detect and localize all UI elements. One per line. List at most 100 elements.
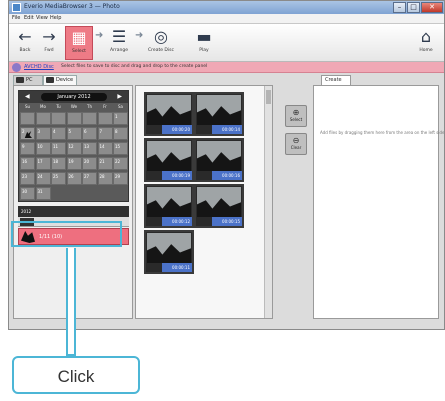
menu-view[interactable]: View (36, 15, 48, 21)
calendar-day[interactable]: 23 (20, 172, 35, 185)
callout-connector (66, 248, 76, 356)
thumbnail-image (147, 233, 191, 263)
disc-type-icon (12, 63, 21, 72)
thumbnail-duration: 00:00:15 (212, 217, 242, 226)
video-thumbnail[interactable]: 00:00:16 (194, 138, 244, 182)
minimize-button[interactable]: – (393, 2, 406, 13)
create-disc-tool-button[interactable]: ◎ Create Disc (143, 26, 179, 60)
disc-type-link[interactable]: AVCHD Disc (24, 64, 54, 70)
select-all-label: Select (289, 117, 303, 122)
thumbnail-image (147, 95, 191, 125)
next-month-button[interactable]: ▶ (117, 93, 122, 100)
calendar-day[interactable]: 29 (113, 172, 128, 185)
previous-month-button[interactable]: ◀ (25, 93, 30, 100)
thumbnail-scrollbar[interactable] (264, 86, 272, 318)
video-thumbnail[interactable]: 00:00:12 (144, 184, 194, 228)
calendar-day[interactable]: 4 (51, 127, 66, 140)
menu-edit[interactable]: Edit (24, 15, 34, 21)
tab-device[interactable]: Device (43, 75, 77, 85)
play-tool-button[interactable]: ▬ Play (189, 26, 219, 60)
instruction-banner: AVCHD Disc Select files to save to disc … (9, 62, 444, 73)
calendar-day[interactable]: 17 (35, 157, 51, 170)
calendar-day[interactable]: 21 (97, 157, 113, 170)
title-bar: Everio MediaBrowser 3 — Photo – □ ✕ (9, 1, 444, 14)
calendar-day[interactable]: 14 (97, 142, 113, 155)
thumbnail-duration: 00:00:14 (212, 125, 242, 134)
forward-label: Fwd (44, 48, 54, 53)
calendar-day (35, 112, 51, 125)
calendar-day[interactable]: 19 (66, 157, 82, 170)
clear-button[interactable]: ⊖ Clear (285, 133, 307, 155)
play-label: Play (199, 48, 209, 53)
close-button[interactable]: ✕ (421, 2, 443, 13)
tab-pc[interactable]: PC (13, 75, 43, 85)
select-tool-button[interactable]: ▦ Select (65, 26, 93, 60)
menu-bar: File Edit View Help (9, 14, 444, 24)
clear-label: Clear (290, 145, 302, 150)
thumbnail-image (197, 95, 241, 125)
calendar-day[interactable]: 11 (51, 142, 66, 155)
scrollbar-thumb[interactable] (266, 90, 271, 104)
create-panel-tab[interactable]: Create (321, 75, 351, 85)
calendar-day[interactable]: 26 (66, 172, 82, 185)
calendar-day[interactable]: 25 (51, 172, 66, 185)
camera-icon (46, 77, 54, 83)
select-all-button[interactable]: ⊕ Select (285, 105, 307, 127)
calendar-day[interactable]: 8 (113, 127, 128, 140)
thumbnail-image (197, 141, 241, 171)
select-icon: ⊕ (292, 108, 300, 117)
calendar-day (97, 112, 113, 125)
video-thumbnail[interactable]: 00:00:15 (194, 184, 244, 228)
video-thumbnail[interactable]: 00:00:14 (194, 92, 244, 136)
create-disc-label: Create Disc (148, 48, 174, 53)
calendar-weekday: Fr (103, 104, 107, 109)
film-icon: ▬ (196, 27, 212, 46)
callout-highlight-frame (11, 221, 122, 247)
arrange-tool-button[interactable]: ☰ Arrange (105, 26, 133, 60)
calendar-day[interactable]: 28 (97, 172, 113, 185)
thumbnail-duration: 00:00:20 (162, 125, 192, 134)
calendar-day[interactable]: 13 (82, 142, 97, 155)
calendar-weekday: Su (24, 104, 31, 109)
forward-button[interactable]: → Fwd (35, 26, 63, 60)
calendar-day[interactable]: 2 (20, 127, 35, 140)
calendar-day[interactable]: 18 (51, 157, 66, 170)
calendar-day[interactable]: 24 (35, 172, 51, 185)
maximize-button[interactable]: □ (407, 2, 420, 13)
callout-label: Click (57, 367, 95, 386)
calendar-day[interactable]: 27 (82, 172, 97, 185)
calendar-day[interactable]: 22 (113, 157, 128, 170)
calendar-day[interactable]: 12 (66, 142, 82, 155)
thumbnail-duration: 00:00:11 (162, 263, 192, 272)
date-list-header: 2012 (18, 206, 129, 217)
calendar-day[interactable]: 10 (35, 142, 51, 155)
banner-instruction-text: Select files to save to disc and drag an… (61, 64, 208, 69)
calendar-day[interactable]: 6 (82, 127, 97, 140)
menu-file[interactable]: File (12, 15, 20, 21)
calendar-day[interactable]: 20 (82, 157, 97, 170)
calendar-day[interactable]: 1 (113, 112, 128, 125)
calendar-day[interactable]: 15 (113, 142, 128, 155)
date-list-year: 2012 (21, 209, 32, 214)
thumbnail-duration: 00:00:12 (162, 217, 192, 226)
calendar-day[interactable]: 30 (20, 187, 35, 200)
step-arrow-icon: ➜ (95, 30, 104, 41)
calendar-weekday: Sa (118, 104, 123, 109)
home-label: Home (419, 48, 433, 53)
calendar-day[interactable]: 16 (20, 157, 35, 170)
home-button[interactable]: ⌂ Home (412, 26, 440, 60)
calendar-day[interactable]: 3 (35, 127, 51, 140)
tab-pc-label: PC (26, 77, 33, 83)
calendar-day[interactable]: 7 (97, 127, 113, 140)
menu-help[interactable]: Help (50, 15, 61, 21)
calendar-day[interactable]: 5 (66, 127, 82, 140)
create-panel[interactable]: Add files by dragging them here from the… (313, 85, 444, 319)
video-thumbnail[interactable]: 00:00:11 (144, 230, 194, 274)
calendar-day[interactable]: 31 (35, 187, 51, 200)
clear-icon: ⊖ (292, 136, 300, 145)
calendar-day[interactable]: 9 (20, 142, 35, 155)
thumbnail-image (147, 187, 191, 217)
video-thumbnail[interactable]: 00:00:19 (144, 138, 194, 182)
calendar-day (66, 112, 82, 125)
video-thumbnail[interactable]: 00:00:20 (144, 92, 194, 136)
